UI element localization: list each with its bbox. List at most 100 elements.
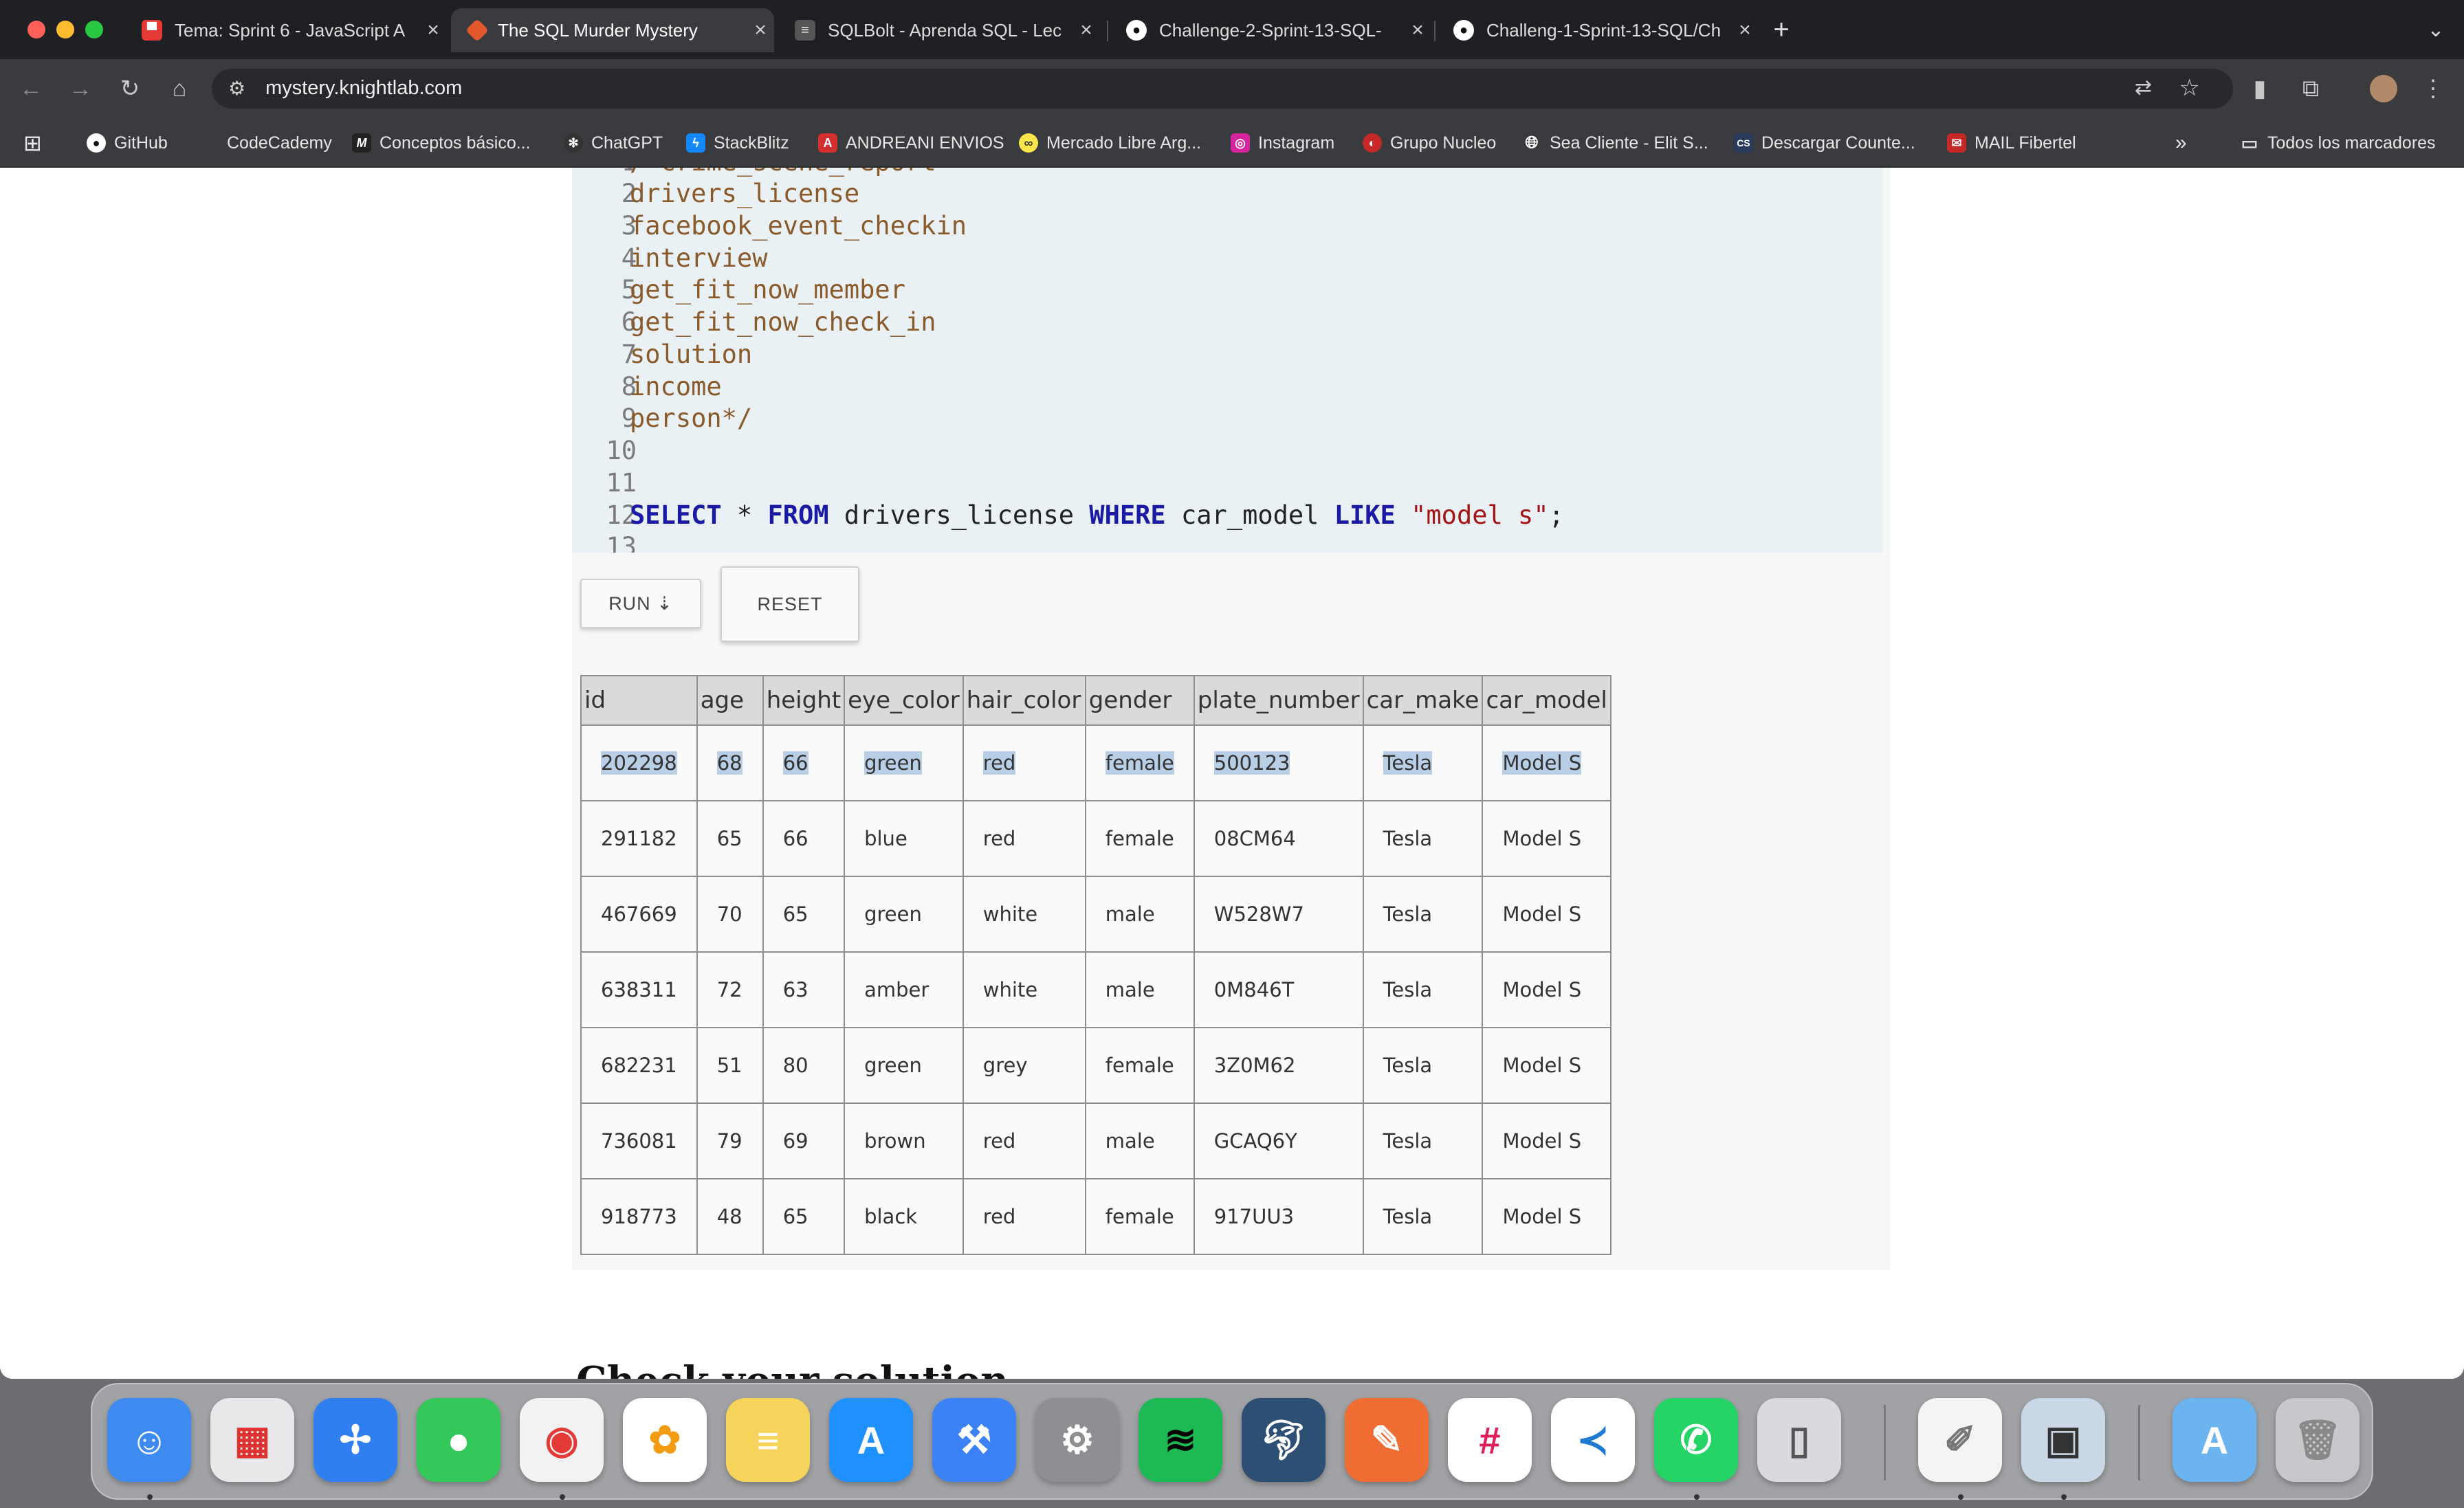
bookmark-andreani[interactable]: A ANDREANI ENVIOS	[818, 131, 1004, 155]
bookmark-codecademy[interactable]: CodeCademy	[199, 131, 332, 155]
iphone-mirroring-icon[interactable]: ▯	[1757, 1398, 1841, 1482]
cell: blue	[864, 827, 908, 850]
site-info-icon[interactable]: ⚙	[228, 77, 245, 100]
github-icon: ●	[1126, 20, 1147, 41]
tab-challenge-1[interactable]: ● Challeng-1-Sprint-13-SQL/Ch ×	[1436, 8, 1759, 52]
cell: Tesla	[1383, 1054, 1433, 1077]
cell: female	[1105, 827, 1174, 850]
toolbar: ← → ↻ ⌂ ⚙ mystery.knightlab.com ⇄ ☆ ▮ ⧉ …	[0, 59, 2464, 118]
cell: 291182	[601, 827, 677, 850]
photos-icon[interactable]: ✿	[623, 1398, 707, 1482]
all-bookmarks-folder[interactable]: ▭ Todos los marcadores	[2240, 131, 2436, 155]
bookmark-conceptos[interactable]: M Conceptos básico...	[352, 131, 531, 155]
messages-icon[interactable]: ●	[417, 1398, 500, 1482]
mysql-workbench-icon[interactable]: 🐬︎	[1242, 1398, 1326, 1482]
table-row: 202298 68 66 green red female 500123 Tes…	[580, 724, 1612, 801]
minimize-window-button[interactable]	[56, 21, 74, 38]
tab-search-button[interactable]: ⌄	[2419, 12, 2453, 47]
cell: GCAQ6Y	[1213, 1129, 1297, 1153]
cell: brown	[864, 1129, 926, 1153]
extensions-icon[interactable]: ⧉	[2294, 71, 2328, 106]
bookmark-counter[interactable]: CS Descargar Counte...	[1734, 131, 1915, 155]
section-heading-partial: Check your solution	[576, 1358, 1009, 1379]
close-tab-icon[interactable]: ×	[1731, 19, 1759, 42]
slack-icon[interactable]: #	[1448, 1398, 1532, 1482]
cell: 68	[716, 751, 742, 775]
cell: Model S	[1502, 978, 1582, 1001]
cell: 682231	[601, 1054, 677, 1077]
sql-editor[interactable]: 1 /*crime_scene_report 2 drivers_license…	[572, 168, 1882, 553]
bookmark-stackblitz[interactable]: ϟ StackBlitz	[686, 131, 789, 155]
new-tab-button[interactable]: +	[1764, 12, 1798, 47]
home-icon[interactable]: ⌂	[162, 71, 197, 106]
globe-icon: 🌐︎	[1525, 133, 1539, 152]
reload-icon[interactable]: ↻	[113, 71, 147, 106]
bookmark-instagram[interactable]: ◎ Instagram	[1231, 131, 1334, 155]
run-button[interactable]: RUN ⇣	[580, 579, 701, 628]
close-window-button[interactable]	[28, 21, 45, 38]
back-icon[interactable]: ←	[14, 71, 48, 106]
bookmark-chatgpt[interactable]: ✻ ChatGPT	[564, 131, 663, 155]
line-number: 11	[606, 468, 637, 498]
line-number: 3	[621, 211, 637, 241]
safari-icon[interactable]: ✢	[314, 1398, 397, 1482]
cell: 08CM64	[1213, 827, 1296, 850]
whatsapp-icon[interactable]: ✆	[1654, 1398, 1738, 1482]
bookmark-elit[interactable]: 🌐︎ Sea Cliente - Elit S...	[1522, 131, 1708, 155]
xcode-icon[interactable]: ⚒	[932, 1398, 1016, 1482]
mail-icon: ✉	[1947, 133, 1966, 153]
preview-icon[interactable]: ▣	[2021, 1398, 2105, 1482]
cell: Tesla	[1383, 978, 1433, 1001]
close-tab-icon[interactable]: ×	[747, 19, 774, 42]
tab-challenge-2[interactable]: ● Challenge-2-Sprint-13-SQL- ×	[1108, 8, 1431, 52]
cell: 51	[716, 1054, 742, 1077]
cell: 65	[716, 827, 742, 850]
chrome-icon[interactable]: ◉	[520, 1398, 604, 1482]
cell: 65	[782, 902, 808, 926]
cell: male	[1105, 902, 1155, 926]
trash-icon[interactable]: 🗑︎	[2276, 1398, 2360, 1482]
avatar[interactable]	[2366, 71, 2401, 106]
forward-icon[interactable]: →	[63, 71, 98, 106]
vscode-icon[interactable]: ≺	[1551, 1398, 1635, 1482]
spotify-icon[interactable]: ≋	[1138, 1398, 1222, 1482]
cell: female	[1105, 1054, 1174, 1077]
bookmark-github[interactable]: ● GitHub	[87, 131, 168, 155]
more-bookmarks-icon[interactable]: »	[2175, 131, 2187, 155]
launchpad-icon[interactable]: ▦	[210, 1398, 294, 1482]
apps-grid-icon[interactable]: ⊞	[23, 131, 42, 155]
close-tab-icon[interactable]: ×	[1072, 19, 1100, 42]
applications-folder-icon[interactable]: A	[2172, 1398, 2256, 1482]
running-indicator	[147, 1494, 153, 1500]
close-tab-icon[interactable]: ×	[1404, 19, 1431, 42]
extension-bookmark-icon[interactable]: ▮	[2243, 71, 2277, 106]
translate-icon[interactable]: ⇄	[2135, 76, 2152, 100]
nucleo-icon: ◐	[1363, 133, 1382, 153]
code-line: income	[630, 372, 722, 401]
zoom-window-button[interactable]	[85, 21, 103, 38]
bookmark-grupo-nucleo[interactable]: ◐ Grupo Nucleo	[1363, 131, 1496, 155]
table-row: 918773 48 65 black red female 917UU3 Tes…	[580, 1178, 1612, 1255]
finder-icon[interactable]: ☺	[107, 1398, 191, 1482]
column-header-car-make: car_make	[1362, 675, 1484, 726]
close-tab-icon[interactable]: ×	[419, 19, 447, 42]
cell: Model S	[1502, 1129, 1582, 1153]
page-content: 1 /*crime_scene_report 2 drivers_license…	[0, 168, 2464, 1379]
tab-sql-murder-mystery[interactable]: The SQL Murder Mystery ×	[451, 8, 774, 52]
textedit-icon[interactable]: ✐	[1918, 1398, 2002, 1482]
stackblitz-icon: ϟ	[686, 133, 705, 153]
system-settings-icon[interactable]: ⚙	[1035, 1398, 1119, 1482]
tab-sprint6[interactable]: ▀ Tema: Sprint 6 - JavaScript A ×	[124, 8, 447, 52]
address-bar[interactable]: ⚙ mystery.knightlab.com ⇄ ☆	[212, 69, 2233, 109]
reset-button[interactable]: RESET	[720, 566, 859, 642]
tab-sqlbolt[interactable]: ≡ SQLBolt - Aprenda SQL - Lec ×	[777, 8, 1100, 52]
bookmark-star-icon[interactable]: ☆	[2179, 74, 2200, 102]
postman-icon[interactable]: ✎	[1345, 1398, 1429, 1482]
bookmark-mercadolibre[interactable]: ∞ Mercado Libre Arg...	[1019, 131, 1201, 155]
line-number: 9	[621, 403, 637, 433]
sqlbolt-icon: ≡	[795, 20, 815, 41]
menu-icon[interactable]: ⋮	[2416, 71, 2450, 106]
notes-icon[interactable]: ≡	[726, 1398, 810, 1482]
app-store-icon[interactable]: A	[829, 1398, 913, 1482]
bookmark-fibertel[interactable]: ✉ MAIL Fibertel	[1947, 131, 2076, 155]
